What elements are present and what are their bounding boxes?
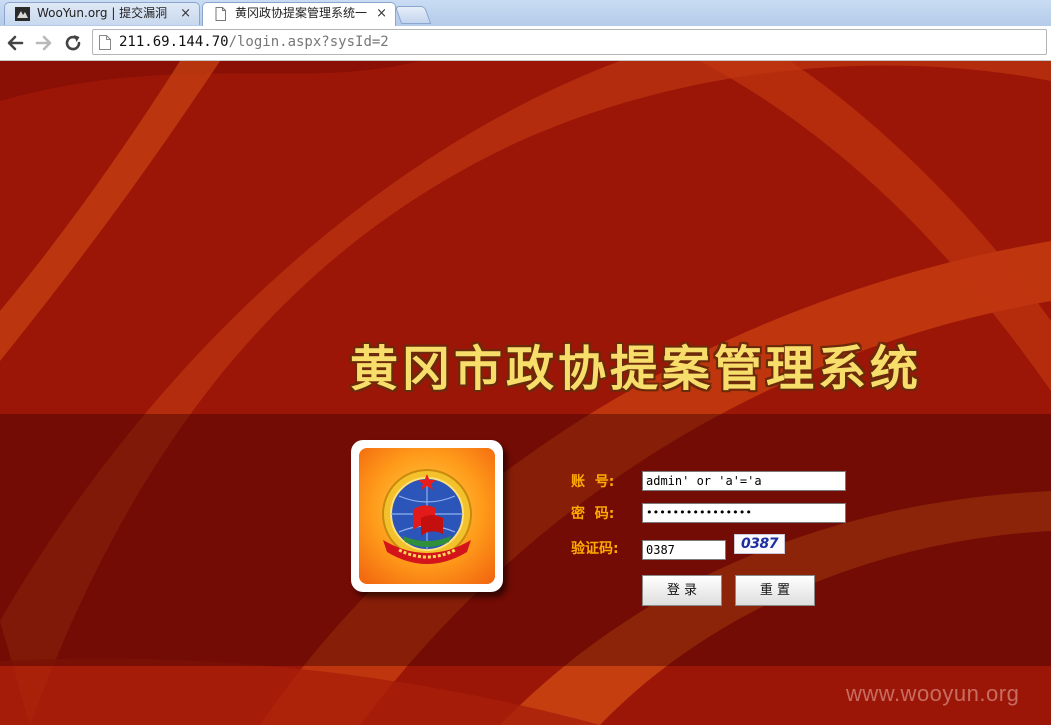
url-path: /login.aspx?sysId=2 (228, 34, 389, 50)
password-input[interactable]: •••••••••••••••• (642, 503, 846, 523)
system-title: 黄冈市政协提案管理系统 (350, 341, 923, 397)
forward-arrow-icon[interactable] (33, 32, 55, 54)
reset-button[interactable]: 重 置 (735, 575, 815, 606)
back-arrow-icon[interactable] (4, 32, 26, 54)
watermark: www.wooyun.org (846, 681, 1020, 706)
username-input[interactable]: admin' or 'a'='a (642, 471, 846, 491)
username-label: 账 号: (571, 474, 615, 490)
page-icon (215, 7, 226, 21)
password-label: 密 码: (571, 506, 615, 522)
captcha-label: 验证码: (571, 541, 619, 557)
login-band (0, 414, 1051, 666)
tab-wooyun[interactable]: WooYun.org | 提交漏洞 × (4, 2, 200, 25)
tab-close-icon[interactable]: × (180, 3, 191, 24)
tab-close-icon[interactable]: × (376, 3, 387, 24)
captcha-image[interactable]: 0387 (734, 534, 785, 554)
page-icon (99, 35, 111, 50)
tab-label: 黄冈政协提案管理系统一 (235, 6, 368, 20)
emblem-background (359, 448, 495, 584)
address-bar[interactable]: 211.69.144.70/login.aspx?sysId=2 (92, 29, 1047, 55)
login-button[interactable]: 登 录 (642, 575, 722, 606)
address-url: 211.69.144.70/login.aspx?sysId=2 (119, 32, 389, 52)
cppcc-emblem-icon (382, 469, 472, 564)
captcha-input[interactable]: 0387 (642, 540, 726, 560)
new-tab-button[interactable] (394, 6, 432, 24)
emblem-frame (351, 440, 503, 592)
browser-toolbar: 211.69.144.70/login.aspx?sysId=2 (0, 26, 1051, 61)
browser-tab-strip: WooYun.org | 提交漏洞 × 黄冈政协提案管理系统一 × (0, 0, 1051, 27)
wooyun-favicon-icon (15, 7, 30, 21)
login-page: 黄冈市政协提案管理系统 账 号: admin' or 'a'='a 密 码: •… (0, 61, 1051, 725)
url-host: 211.69.144.70 (119, 34, 229, 50)
reload-icon[interactable] (62, 32, 84, 54)
tab-label: WooYun.org | 提交漏洞 (37, 6, 168, 20)
tab-login-page[interactable]: 黄冈政协提案管理系统一 × (202, 2, 396, 26)
